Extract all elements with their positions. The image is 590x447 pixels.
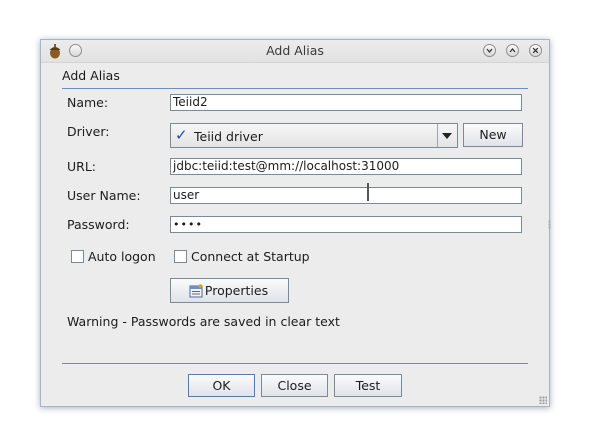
driver-label: Driver:	[67, 124, 110, 139]
name-input[interactable]: Teiid2	[170, 94, 522, 111]
chevron-down-icon	[486, 48, 493, 54]
name-label: Name:	[67, 95, 109, 110]
checkbox-box[interactable]	[174, 250, 187, 263]
close-window-button[interactable]	[529, 44, 542, 57]
check-icon: ✓	[175, 126, 188, 144]
properties-button[interactable]: Properties	[170, 278, 289, 303]
window-title: Add Alias	[266, 43, 324, 58]
minimize-button[interactable]	[483, 44, 496, 57]
username-label: User Name:	[67, 188, 141, 203]
add-alias-dialog: Add Alias Add Alias Name: Teiid2 Driver:…	[40, 39, 551, 407]
chevron-up-icon	[509, 47, 516, 53]
close-icon	[532, 47, 539, 54]
username-input[interactable]: user	[170, 187, 522, 204]
url-input[interactable]: jdbc:teiid:test@mm://localhost:31000	[170, 158, 522, 175]
resize-edge-grip[interactable]	[548, 220, 551, 229]
password-warning: Warning - Passwords are saved in clear t…	[67, 314, 340, 329]
section-divider	[62, 88, 528, 89]
driver-select[interactable]: ✓ Teiid driver	[170, 123, 458, 148]
password-input[interactable]: ••••	[170, 216, 522, 233]
close-button[interactable]: Close	[261, 374, 328, 397]
resize-corner-grip[interactable]	[539, 396, 547, 404]
test-button[interactable]: Test	[334, 374, 402, 397]
chevron-down-icon	[442, 133, 452, 139]
password-label: Password:	[67, 217, 130, 232]
driver-dropdown-toggle[interactable]	[437, 124, 457, 147]
connect-startup-label: Connect at Startup	[191, 249, 310, 264]
properties-icon	[189, 284, 203, 298]
new-driver-button[interactable]: New	[463, 123, 523, 147]
properties-label: Properties	[204, 283, 269, 298]
driver-selected-value: Teiid driver	[194, 129, 263, 144]
auto-logon-label: Auto logon	[88, 249, 156, 264]
title-bar[interactable]: Add Alias	[41, 40, 549, 63]
maximize-button[interactable]	[506, 44, 519, 57]
text-cursor-icon	[367, 183, 369, 201]
bottom-divider	[62, 363, 528, 364]
checkbox-box[interactable]	[71, 250, 84, 263]
url-label: URL:	[67, 159, 97, 174]
ok-button[interactable]: OK	[188, 374, 255, 397]
section-title: Add Alias	[62, 68, 120, 83]
